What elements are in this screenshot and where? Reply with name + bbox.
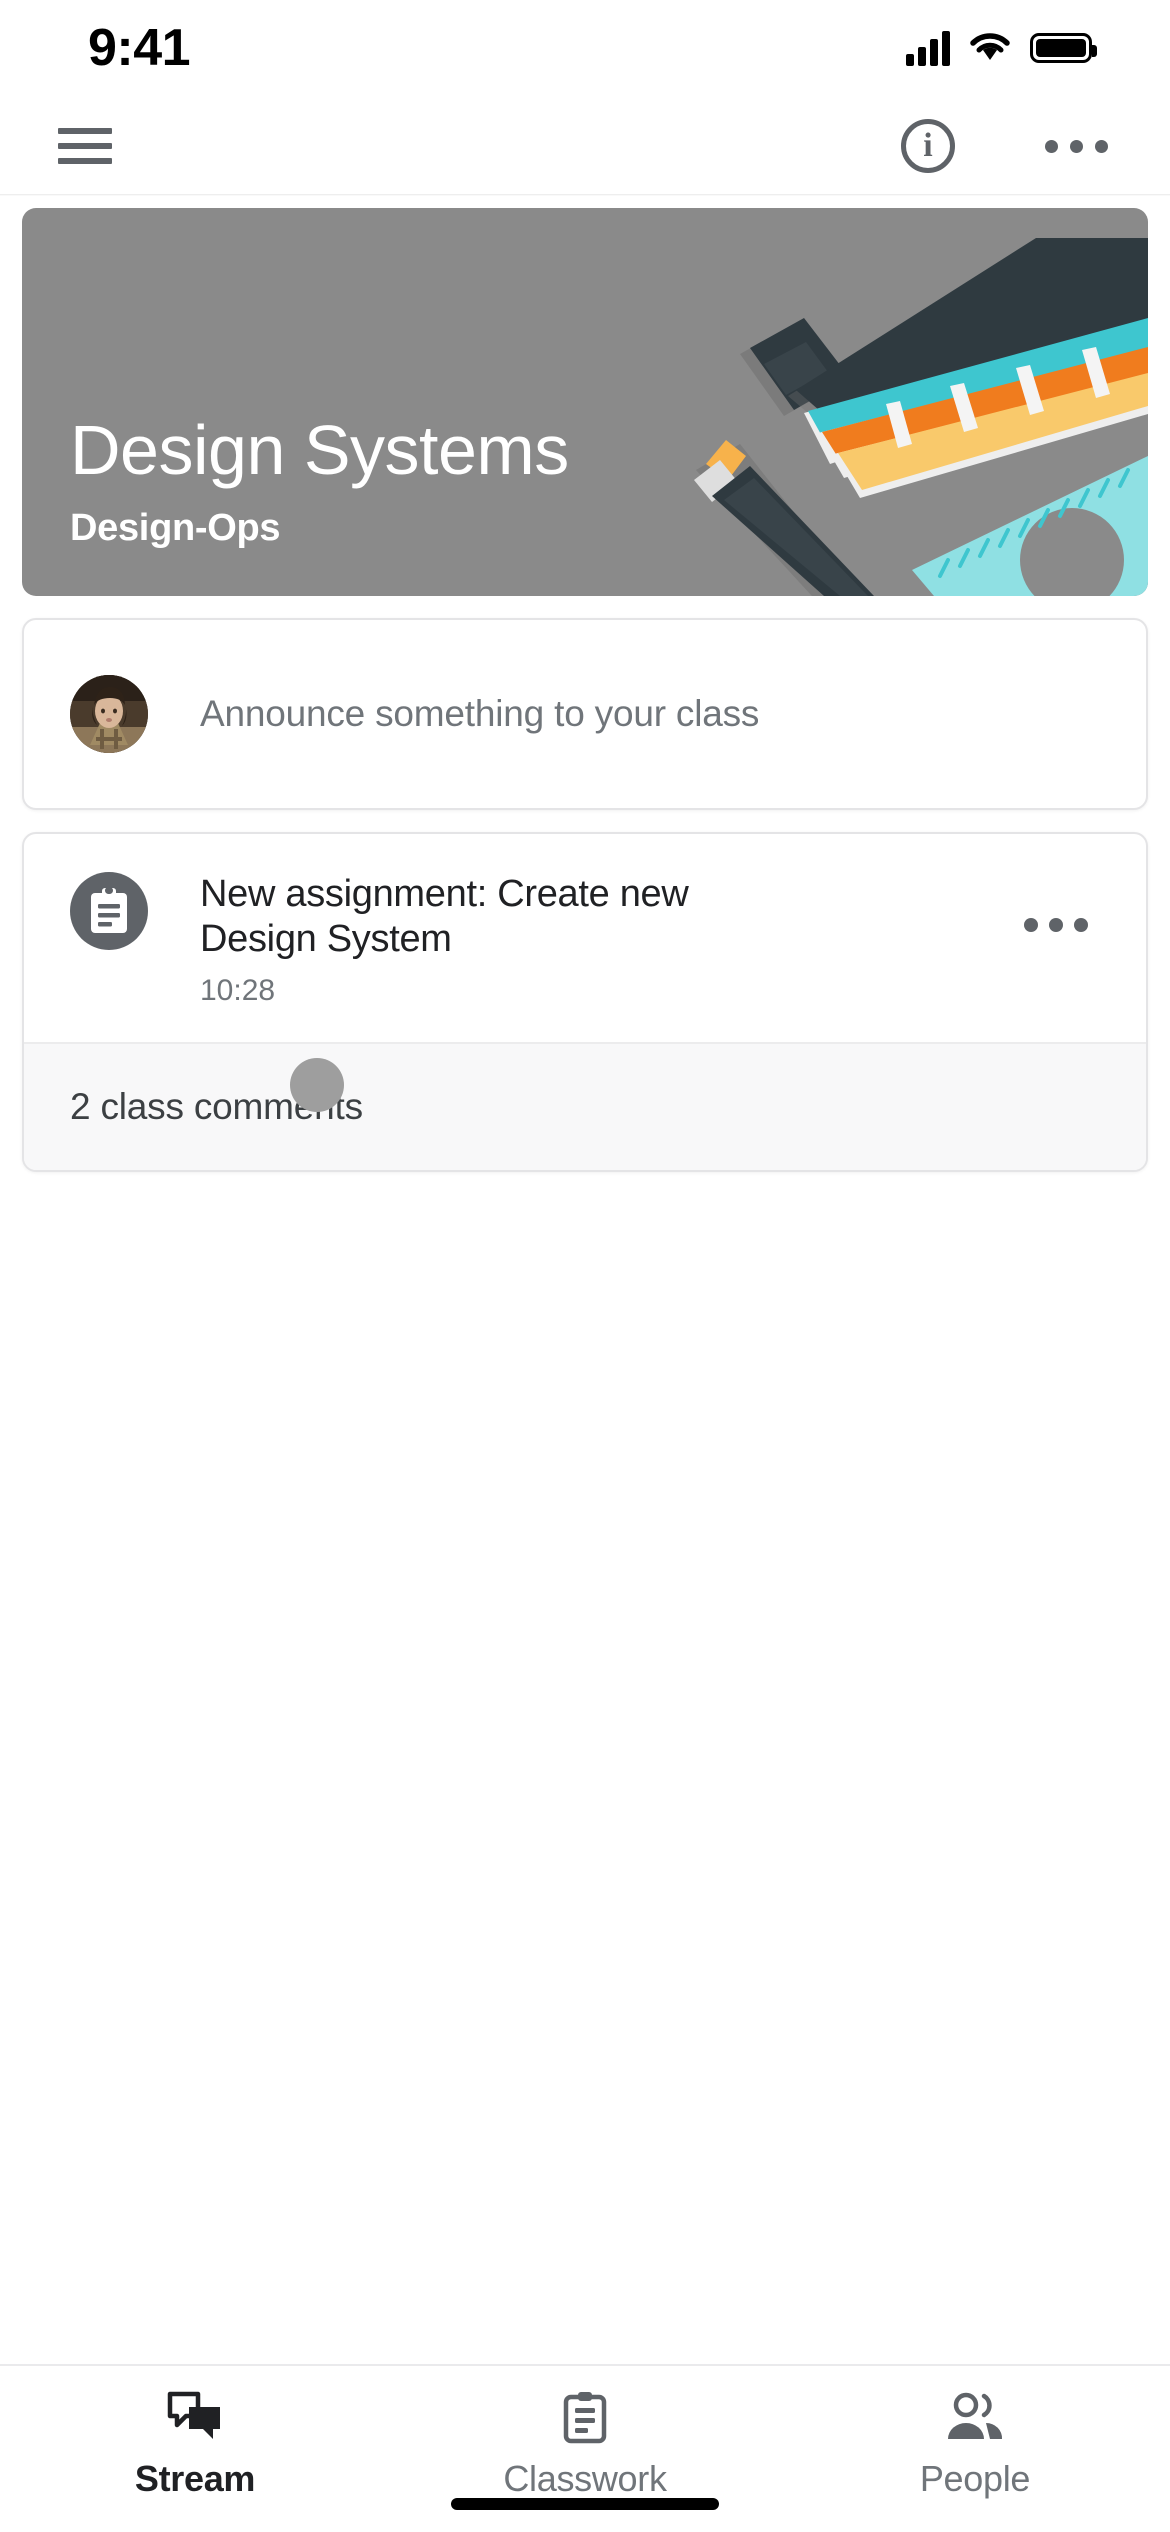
user-avatar[interactable] (70, 675, 148, 753)
assignment-body: New assignment: Create new Design System… (200, 872, 1100, 1008)
more-horizontal-icon[interactable] (1045, 139, 1108, 153)
info-circle-icon[interactable]: i (901, 119, 955, 173)
touch-cursor-dot (290, 1057, 344, 1112)
battery-full-icon (1030, 33, 1097, 63)
announcement-row[interactable]: Announce something to your class (24, 620, 1146, 808)
class-comments-row[interactable]: 2 class comments (24, 1041, 1146, 1170)
app-bar: i (0, 96, 1170, 196)
class-subtitle: Design-Ops (70, 507, 281, 549)
status-time: 9:41 (88, 19, 191, 77)
people-icon (944, 2390, 1006, 2444)
cellular-signal-icon (906, 30, 950, 66)
announcement-card[interactable]: Announce something to your class (22, 618, 1148, 810)
wifi-icon (968, 29, 1012, 68)
chat-bubbles-icon (167, 2390, 223, 2444)
status-bar: 9:41 (0, 0, 1170, 96)
more-horizontal-icon[interactable] (1024, 918, 1088, 932)
tab-classwork-label: Classwork (503, 2458, 667, 2499)
assignment-card[interactable]: New assignment: Create new Design System… (22, 832, 1148, 1172)
app-bar-actions: i (901, 119, 1108, 173)
clipboard-icon (562, 2390, 608, 2444)
assignment-title: New assignment: Create new Design System (200, 873, 689, 960)
assignment-row[interactable]: New assignment: Create new Design System… (24, 834, 1146, 1042)
assignment-clipboard-icon (70, 872, 148, 950)
tab-stream-label: Stream (134, 2458, 256, 2499)
hamburger-menu-icon[interactable] (58, 125, 112, 167)
phone-screen: 9:41 i Design Systems Design-Ops Announc… (0, 0, 1170, 2532)
class-hero-banner[interactable]: Design Systems Design-Ops (22, 208, 1148, 596)
design-tools-illustration (694, 238, 1148, 596)
tab-classwork[interactable]: Classwork (390, 2390, 780, 2500)
home-indicator-bar[interactable] (451, 2498, 719, 2510)
assignment-time: 10:28 (200, 973, 276, 1007)
tab-people[interactable]: People (780, 2390, 1170, 2500)
class-title: Design Systems (70, 411, 569, 489)
announcement-placeholder[interactable]: Announce something to your class (200, 693, 759, 735)
tab-stream[interactable]: Stream (0, 2390, 390, 2500)
hero-text-block: Design Systems Design-Ops (70, 415, 569, 550)
tab-people-label: People (919, 2458, 1031, 2499)
scroll-content: Design Systems Design-Ops Announce somet… (0, 204, 1170, 2364)
info-glyph: i (923, 127, 933, 164)
status-indicators (906, 29, 1097, 68)
